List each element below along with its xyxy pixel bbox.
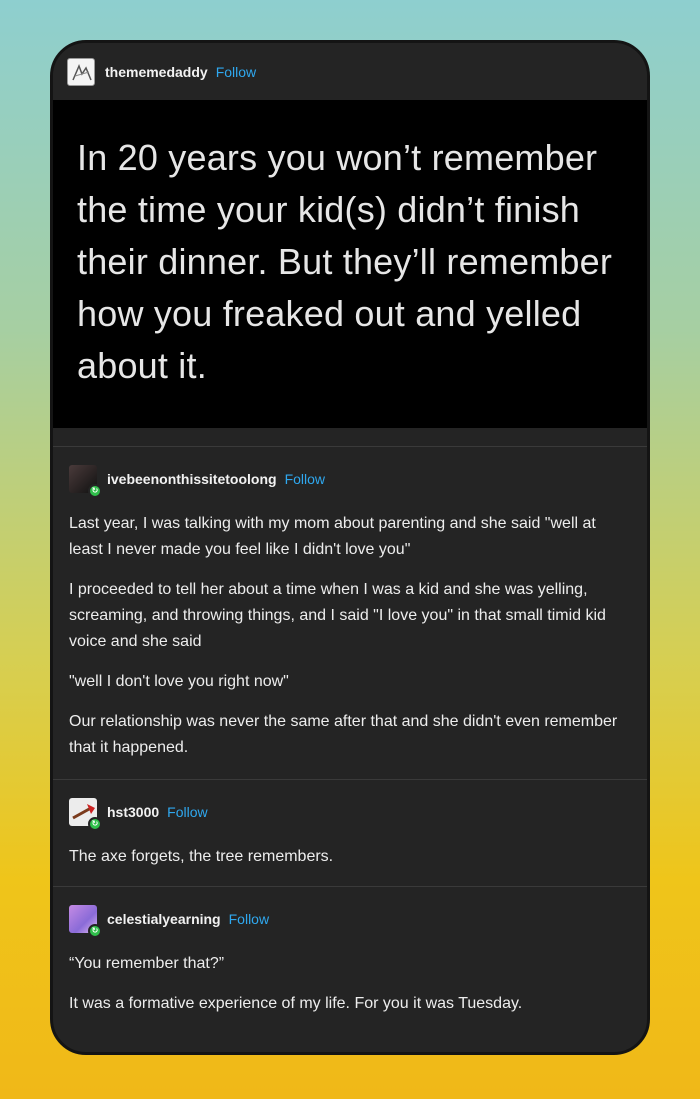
author-avatar[interactable] xyxy=(67,57,95,86)
reblog-header: ↻ ivebeenonthissitetoolong Follow xyxy=(69,447,631,511)
reblog-body: The axe forgets, the tree remembers. xyxy=(69,844,631,886)
reblog-badge-icon: ↻ xyxy=(88,924,102,938)
author-username[interactable]: thememedaddy xyxy=(105,64,208,80)
quote-image: In 20 years you won’t remember the time … xyxy=(53,100,647,428)
reblog-paragraph: The axe forgets, the tree remembers. xyxy=(69,848,334,865)
reblogger-avatar[interactable]: ↻ xyxy=(69,905,102,938)
reblog-entry: ↻ ivebeenonthissitetoolong Follow Last y… xyxy=(53,447,647,780)
reblogger-username[interactable]: hst3000 xyxy=(107,804,159,820)
follow-button[interactable]: Follow xyxy=(216,64,256,80)
reblog-header: ↻ hst3000 Follow xyxy=(69,780,631,844)
follow-button[interactable]: Follow xyxy=(229,911,269,927)
quote-text: In 20 years you won’t remember the time … xyxy=(77,137,613,386)
follow-button[interactable]: Follow xyxy=(167,804,207,820)
reblog-body: Last year, I was talking with my mom abo… xyxy=(69,511,631,779)
tumblr-post-card: thememedaddy Follow In 20 years you won’… xyxy=(50,40,650,1055)
reblog-badge-icon: ↻ xyxy=(88,817,102,831)
reblogger-username[interactable]: ivebeenonthissitetoolong xyxy=(107,471,277,487)
reblog-paragraph: Last year, I was talking with my mom abo… xyxy=(69,515,596,558)
post-header: thememedaddy Follow xyxy=(53,43,647,100)
reblogger-avatar[interactable]: ↻ xyxy=(69,798,102,831)
reblog-paragraph: Our relationship was never the same afte… xyxy=(69,713,618,756)
sketch-avatar-icon xyxy=(72,63,92,80)
reblog-paragraph: "well I don't love you right now" xyxy=(69,673,289,690)
divider xyxy=(53,428,647,447)
reblog-entry: ↻ celestialyearning Follow “You remember… xyxy=(53,887,647,1033)
reblog-paragraph: “You remember that?” xyxy=(69,955,225,972)
reblogger-avatar[interactable]: ↻ xyxy=(69,465,102,498)
reblog-paragraph: I proceeded to tell her about a time whe… xyxy=(69,581,606,650)
reblog-header: ↻ celestialyearning Follow xyxy=(69,887,631,951)
reblog-badge-icon: ↻ xyxy=(88,484,102,498)
reblog-body: “You remember that?” It was a formative … xyxy=(69,951,631,1033)
reblogger-username[interactable]: celestialyearning xyxy=(107,911,221,927)
follow-button[interactable]: Follow xyxy=(285,471,325,487)
reblog-entry: ↻ hst3000 Follow The axe forgets, the tr… xyxy=(53,780,647,887)
reblog-paragraph: It was a formative experience of my life… xyxy=(69,995,523,1012)
